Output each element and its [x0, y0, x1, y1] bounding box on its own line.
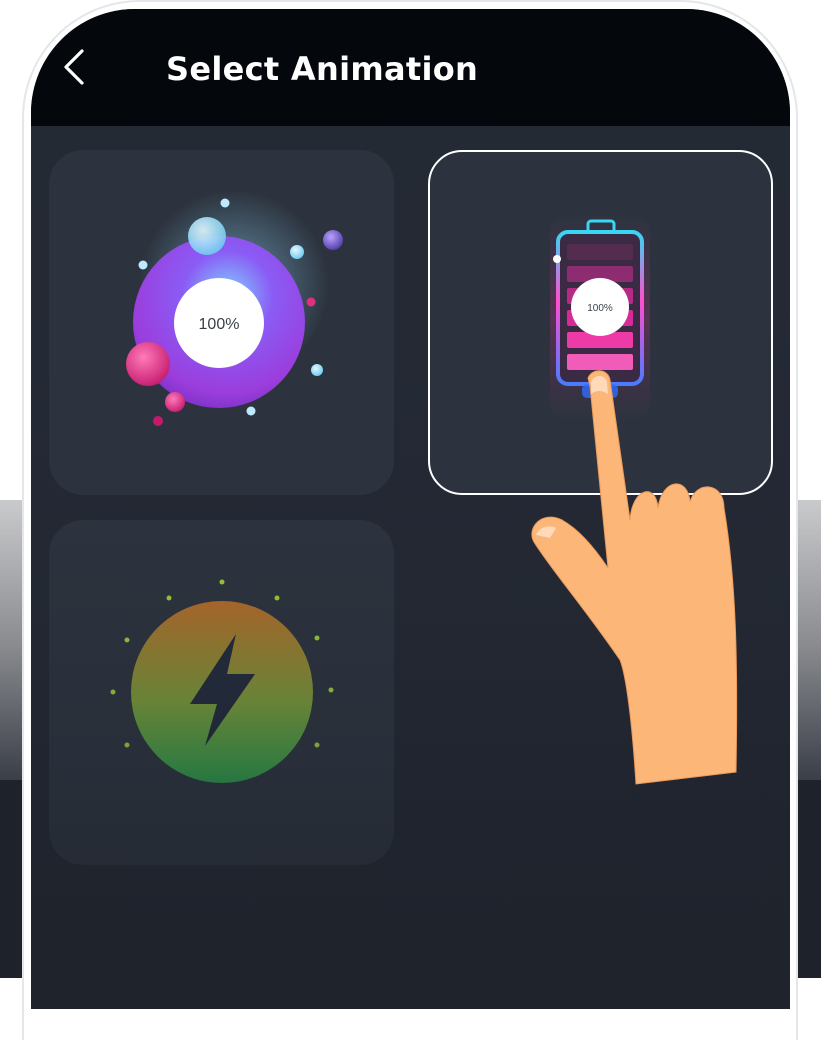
page-title: Select Animation — [166, 50, 479, 88]
animation-card-lightning[interactable] — [49, 520, 394, 865]
back-button[interactable] — [53, 39, 97, 95]
battery-percent-label: 100% — [587, 303, 613, 314]
bubble-animation-preview: 100% — [126, 190, 343, 426]
lightning-animation-preview — [110, 579, 334, 783]
animation-card-bubble[interactable]: 100% — [49, 150, 394, 495]
bubble-percent-label: 100% — [199, 316, 240, 333]
app-header: Select Animation — [31, 9, 790, 126]
pointing-hand-icon — [531, 370, 738, 785]
chevron-left-icon — [64, 49, 84, 85]
